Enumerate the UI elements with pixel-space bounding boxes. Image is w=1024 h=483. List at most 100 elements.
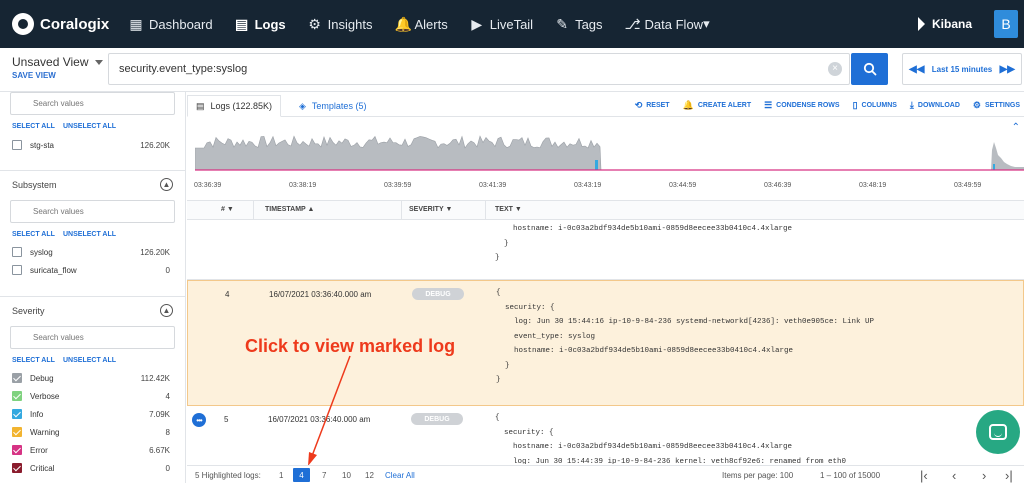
download-button[interactable]: ⤓ DOWNLOAD xyxy=(910,100,960,111)
select-all-link[interactable]: SELECT ALL xyxy=(12,123,55,130)
severity-checkbox[interactable] xyxy=(12,373,22,383)
tool-label: RESET xyxy=(646,101,670,109)
kibana-link[interactable]: Kibana xyxy=(917,17,972,31)
search-button[interactable] xyxy=(851,53,888,85)
facet-checkbox[interactable] xyxy=(12,140,22,150)
severity-checkbox[interactable] xyxy=(12,409,22,419)
log-timestamp: 16/07/2021 03:36:40.000 am xyxy=(269,290,372,299)
nav-label: Logs xyxy=(254,16,286,32)
create-alert-button[interactable]: 🔔 CREATE ALERT xyxy=(683,100,752,111)
collapse-up-icon[interactable]: ▲ xyxy=(160,178,173,191)
severity-item-verbose[interactable]: Verbose 4 xyxy=(12,389,170,403)
highlighted-page-link[interactable]: 10 xyxy=(342,471,351,480)
clear-all-link[interactable]: Clear All xyxy=(385,471,415,480)
time-tick-label: 03:36:39 xyxy=(194,182,222,189)
nav-alerts[interactable]: 🔔 Alerts xyxy=(383,0,458,48)
brand-logo[interactable]: Coralogix xyxy=(12,13,118,35)
tab-label: Templates (5) xyxy=(311,101,367,111)
unselect-all-link[interactable]: UNSELECT ALL xyxy=(63,357,116,364)
facet-item[interactable]: syslog 126.20K xyxy=(12,245,170,259)
column-timestamp[interactable]: TIMESTAMP ▲ xyxy=(265,206,314,213)
subsystem-search-input[interactable] xyxy=(10,200,175,223)
unselect-all-link[interactable]: UNSELECT ALL xyxy=(63,123,116,130)
unselect-all-link[interactable]: UNSELECT ALL xyxy=(63,231,116,238)
time-tick-label: 03:39:59 xyxy=(384,182,412,189)
tab-templates[interactable]: ◈ Templates (5) xyxy=(291,95,374,117)
coralogix-logs-app: Coralogix ▦ Dashboard ▤ Logs ⚙ Insights 🔔 Alert… xyxy=(0,0,1024,483)
severity-checkbox[interactable] xyxy=(12,391,22,401)
severity-checkbox[interactable] xyxy=(12,427,22,437)
severity-section-header[interactable]: Severity ▲ xyxy=(0,296,185,324)
severity-search-input[interactable] xyxy=(10,326,175,349)
severity-badge: DEBUG xyxy=(411,413,463,425)
nav-dashboard[interactable]: ▦ Dashboard xyxy=(118,0,224,48)
next-range-icon[interactable]: ▶▶ xyxy=(1000,64,1015,75)
tags-icon: ✎ xyxy=(556,15,568,32)
facet-checkbox[interactable] xyxy=(12,247,22,257)
nav-logs[interactable]: ▤ Logs xyxy=(224,0,297,48)
last-page-icon[interactable]: ›| xyxy=(1005,468,1013,483)
expand-chart-icon[interactable]: ⌃ xyxy=(1012,122,1020,133)
nav-dataflow[interactable]: ⎇ Data Flow ▾ xyxy=(614,0,721,48)
bell-icon: 🔔 xyxy=(394,15,412,32)
settings-button[interactable]: ⚙ SETTINGS xyxy=(973,100,1020,111)
select-all-link[interactable]: SELECT ALL xyxy=(12,231,55,238)
collapse-up-icon[interactable]: ▲ xyxy=(160,304,173,317)
tab-logs[interactable]: ▤ Logs (122.85K) xyxy=(187,95,282,117)
severity-checkbox[interactable] xyxy=(12,445,22,455)
severity-item-warning[interactable]: Warning 8 xyxy=(12,425,170,439)
histogram-info-mark xyxy=(595,160,598,170)
severity-checkbox[interactable] xyxy=(12,463,22,473)
log-toolbar: ⟲ RESET 🔔 CREATE ALERT ☰ CONDENSE ROWS ▯ COLUMN… xyxy=(622,97,1020,113)
facet-item[interactable]: stg-sta 126.20K xyxy=(12,138,170,152)
severity-item-error[interactable]: Error 6.67K xyxy=(12,443,170,457)
severity-item-info[interactable]: Info 7.09K xyxy=(12,407,170,421)
log-histogram-chart[interactable] xyxy=(195,120,1024,190)
reset-button[interactable]: ⟲ RESET xyxy=(635,100,670,111)
items-per-page[interactable]: Items per page: 100 xyxy=(722,471,793,480)
prev-page-icon[interactable]: ‹ xyxy=(952,468,956,483)
facet-checkbox[interactable] xyxy=(12,265,22,275)
severity-item-critical[interactable]: Critical 0 xyxy=(12,461,170,475)
time-range-label[interactable]: Last 15 minutes xyxy=(932,65,992,74)
save-view-link[interactable]: SAVE VIEW xyxy=(12,71,56,80)
time-tick-label: 03:48:19 xyxy=(859,182,887,189)
chat-support-button[interactable] xyxy=(976,410,1020,454)
facet-item[interactable]: suricata_flow 0 xyxy=(12,263,170,277)
column-severity[interactable]: SEVERITY ▼ xyxy=(409,206,452,213)
nav-label: Data Flow xyxy=(644,16,704,32)
facet-search-input[interactable] xyxy=(10,92,175,115)
table-row[interactable]: hostname: i-0c03a2bdf934de5b10ami-0859d8… xyxy=(187,220,1024,280)
select-all-link[interactable]: SELECT ALL xyxy=(12,357,55,364)
nav-insights[interactable]: ⚙ Insights xyxy=(297,0,384,48)
first-page-icon[interactable]: |‹ xyxy=(920,468,928,483)
facet-count: 126.20K xyxy=(140,140,170,150)
layers-icon: ◈ xyxy=(299,100,306,111)
view-selector[interactable]: Unsaved View xyxy=(12,55,103,69)
previous-range-icon[interactable]: ◀◀ xyxy=(909,64,924,75)
subsystem-section-header[interactable]: Subsystem ▲ xyxy=(0,170,185,198)
rows-icon: ☰ xyxy=(764,99,773,110)
condense-button[interactable]: ☰ CONDENSE ROWS xyxy=(764,100,839,111)
row-actions-icon[interactable]: ••• xyxy=(192,413,206,427)
next-page-icon[interactable]: › xyxy=(982,468,986,483)
severity-badge: DEBUG xyxy=(412,288,464,300)
severity-item-debug[interactable]: Debug 112.42K xyxy=(12,371,170,385)
column-divider xyxy=(485,201,486,221)
highlighted-page-link[interactable]: 1 xyxy=(279,471,283,480)
user-avatar[interactable]: B xyxy=(994,10,1018,38)
clear-query-icon[interactable]: × xyxy=(828,62,842,76)
log-text: hostname: i-0c03a2bdf934de5b10ami-0859d8… xyxy=(495,225,793,262)
nav-tags[interactable]: ✎ Tags xyxy=(544,0,613,48)
view-name: Unsaved View xyxy=(12,55,89,69)
highlighted-page-active[interactable]: 4 xyxy=(293,468,310,482)
column-text[interactable]: TEXT ▼ xyxy=(495,206,522,213)
columns-button[interactable]: ▯ COLUMNS xyxy=(853,100,897,111)
highlighted-page-link[interactable]: 12 xyxy=(365,471,374,480)
time-tick-label: 03:38:19 xyxy=(289,182,317,189)
nav-livetail[interactable]: ▶ LiveTail xyxy=(459,0,544,48)
column-number[interactable]: # ▼ xyxy=(221,206,234,213)
query-input[interactable] xyxy=(108,53,850,85)
facet-count: 126.20K xyxy=(140,247,170,257)
highlighted-page-link[interactable]: 7 xyxy=(322,471,326,480)
